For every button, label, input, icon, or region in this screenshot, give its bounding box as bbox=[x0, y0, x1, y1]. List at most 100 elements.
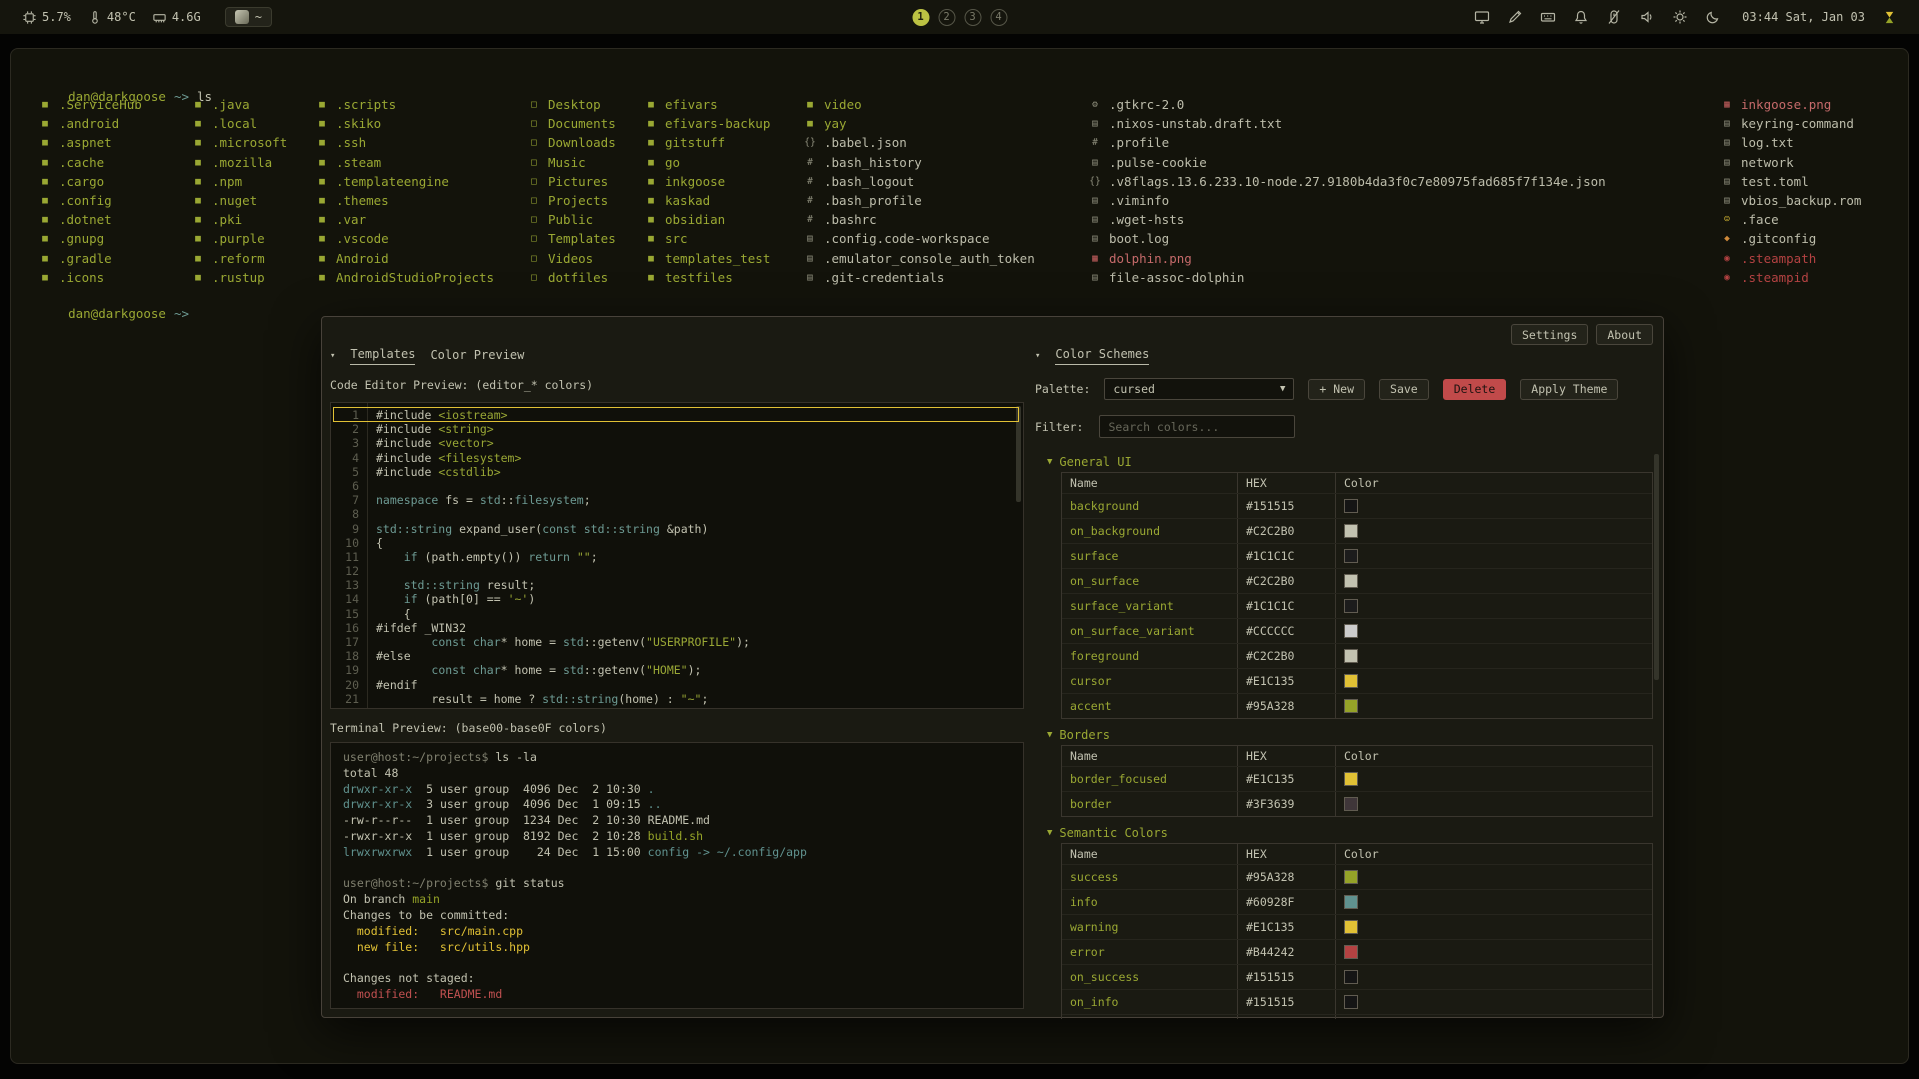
cpu-stat: 5.7% bbox=[22, 10, 71, 25]
color-swatch[interactable] bbox=[1344, 499, 1358, 513]
shell-icon: # bbox=[1088, 137, 1102, 148]
color-swatch[interactable] bbox=[1344, 624, 1358, 638]
file-label: Documents bbox=[548, 116, 616, 131]
color-swatch[interactable] bbox=[1344, 574, 1358, 588]
night-light-icon[interactable] bbox=[1705, 9, 1721, 25]
folder-icon: ■ bbox=[315, 137, 329, 148]
volume-icon[interactable] bbox=[1639, 9, 1655, 25]
color-row[interactable]: accent#95A328 bbox=[1062, 693, 1652, 718]
search-colors-input[interactable] bbox=[1099, 415, 1295, 438]
color-swatch[interactable] bbox=[1344, 920, 1358, 934]
color-swatch[interactable] bbox=[1344, 772, 1358, 786]
file-entry: ■.dotnet bbox=[38, 210, 142, 229]
file-label: .cargo bbox=[59, 174, 104, 189]
file-label: file-assoc-dolphin bbox=[1109, 270, 1244, 285]
color-swatch[interactable] bbox=[1344, 549, 1358, 563]
color-name: warning bbox=[1062, 915, 1238, 939]
color-row[interactable]: background#151515 bbox=[1062, 493, 1652, 518]
color-row[interactable]: success#95A328 bbox=[1062, 864, 1652, 889]
file-column: ■.ServiceHub■.android■.aspnet■.cache■.ca… bbox=[38, 95, 142, 287]
code-line: const char* home = std::getenv("USERPROF… bbox=[376, 635, 1015, 649]
workspace-button-2[interactable]: 2 bbox=[938, 9, 955, 26]
about-button[interactable]: About bbox=[1596, 324, 1653, 345]
tab-color-schemes[interactable]: Color Schemes bbox=[1055, 347, 1149, 365]
memory-stat: 4.6G bbox=[152, 10, 201, 25]
hourglass-indicator-icon[interactable] bbox=[1882, 10, 1897, 25]
color-row[interactable]: border_focused#E1C135 bbox=[1062, 766, 1652, 791]
table-header-row: NameHEXColor bbox=[1062, 746, 1652, 766]
mouse-off-icon[interactable] bbox=[1606, 9, 1622, 25]
brightness-icon[interactable] bbox=[1672, 9, 1688, 25]
color-swatch[interactable] bbox=[1344, 797, 1358, 811]
color-swatch[interactable] bbox=[1344, 895, 1358, 909]
file-label: .wget-hsts bbox=[1109, 212, 1184, 227]
color-swatch[interactable] bbox=[1344, 970, 1358, 984]
file-label: .viminfo bbox=[1109, 193, 1169, 208]
file-entry: ■.local bbox=[191, 114, 287, 133]
color-row[interactable]: cursor#E1C135 bbox=[1062, 668, 1652, 693]
file-entry: ■obsidian bbox=[644, 210, 770, 229]
file-label: go bbox=[665, 155, 680, 170]
tab-templates[interactable]: Templates bbox=[350, 347, 415, 365]
color-row[interactable]: on_background#C2C2B0 bbox=[1062, 518, 1652, 543]
file-entry: #.profile bbox=[1088, 133, 1606, 152]
column-header: Name bbox=[1062, 473, 1238, 493]
file-entry: ■.config bbox=[38, 191, 142, 210]
file-entry: ■templates_test bbox=[644, 249, 770, 268]
color-row[interactable]: on_surface#C2C2B0 bbox=[1062, 568, 1652, 593]
new-palette-button[interactable]: + New bbox=[1308, 379, 1365, 400]
line-number: 5 bbox=[331, 465, 359, 479]
folder-open-icon: □ bbox=[527, 157, 541, 168]
tab-color-preview[interactable]: Color Preview bbox=[430, 348, 524, 365]
terminal-line: -rwxr-xr-x 1 user group 8192 Dec 2 10:28… bbox=[343, 829, 1011, 845]
section-header[interactable]: ▼Borders bbox=[1047, 727, 1659, 743]
color-swatch[interactable] bbox=[1344, 870, 1358, 884]
color-row[interactable]: on_success#151515 bbox=[1062, 964, 1652, 989]
file-entry: ▦inkgoose.png bbox=[1720, 95, 1861, 114]
folder-icon: ■ bbox=[315, 233, 329, 244]
pane-menu-icon[interactable]: ▾ bbox=[1035, 351, 1040, 361]
color-row[interactable]: info#60928F bbox=[1062, 889, 1652, 914]
delete-button[interactable]: Delete bbox=[1443, 379, 1507, 400]
file-entry: ▤boot.log bbox=[1088, 229, 1606, 248]
color-swatch[interactable] bbox=[1344, 524, 1358, 538]
color-swatch[interactable] bbox=[1344, 945, 1358, 959]
color-row[interactable]: error#B44242 bbox=[1062, 939, 1652, 964]
color-row[interactable]: on_surface_variant#CCCCCC bbox=[1062, 618, 1652, 643]
folder-icon: ■ bbox=[644, 233, 658, 244]
color-swatch[interactable] bbox=[1344, 699, 1358, 713]
palette-toolbar: Palette: cursed ▼ + New Save Delete Appl… bbox=[1035, 377, 1659, 401]
file-icon: ▤ bbox=[1720, 137, 1734, 148]
color-row[interactable]: surface#1C1C1C bbox=[1062, 543, 1652, 568]
workspace-button-4[interactable]: 4 bbox=[990, 9, 1007, 26]
file-entry: ■.android bbox=[38, 114, 142, 133]
pen-icon[interactable] bbox=[1507, 9, 1523, 25]
folder-icon: ■ bbox=[38, 137, 52, 148]
color-swatch[interactable] bbox=[1344, 995, 1358, 1009]
color-swatch[interactable] bbox=[1344, 649, 1358, 663]
color-row[interactable]: on_warning#151515 bbox=[1062, 1014, 1652, 1019]
scrollbar-thumb[interactable] bbox=[1654, 454, 1659, 680]
color-row[interactable]: warning#E1C135 bbox=[1062, 914, 1652, 939]
pane-menu-icon[interactable]: ▾ bbox=[330, 351, 335, 361]
section-header[interactable]: ▼General UI bbox=[1047, 454, 1659, 470]
color-row[interactable]: surface_variant#1C1C1C bbox=[1062, 593, 1652, 618]
workspace-button-3[interactable]: 3 bbox=[964, 9, 981, 26]
color-swatch[interactable] bbox=[1344, 674, 1358, 688]
color-swatch[interactable] bbox=[1344, 599, 1358, 613]
section-header[interactable]: ▼Semantic Colors bbox=[1047, 825, 1659, 841]
color-name: success bbox=[1062, 865, 1238, 889]
bell-icon[interactable] bbox=[1573, 9, 1589, 25]
display-icon[interactable] bbox=[1474, 9, 1490, 25]
settings-button[interactable]: Settings bbox=[1511, 324, 1588, 345]
color-row[interactable]: on_info#151515 bbox=[1062, 989, 1652, 1014]
color-row[interactable]: border#3F3639 bbox=[1062, 791, 1652, 816]
terminal-line: modified: src/main.cpp bbox=[343, 924, 1011, 940]
apply-theme-button[interactable]: Apply Theme bbox=[1520, 379, 1618, 400]
save-button[interactable]: Save bbox=[1379, 379, 1429, 400]
file-entry: ◉.steampath bbox=[1720, 249, 1861, 268]
palette-select[interactable]: cursed ▼ bbox=[1104, 378, 1294, 400]
keyboard-icon[interactable] bbox=[1540, 9, 1556, 25]
color-row[interactable]: foreground#C2C2B0 bbox=[1062, 643, 1652, 668]
workspace-button-1[interactable]: 1 bbox=[912, 9, 929, 26]
